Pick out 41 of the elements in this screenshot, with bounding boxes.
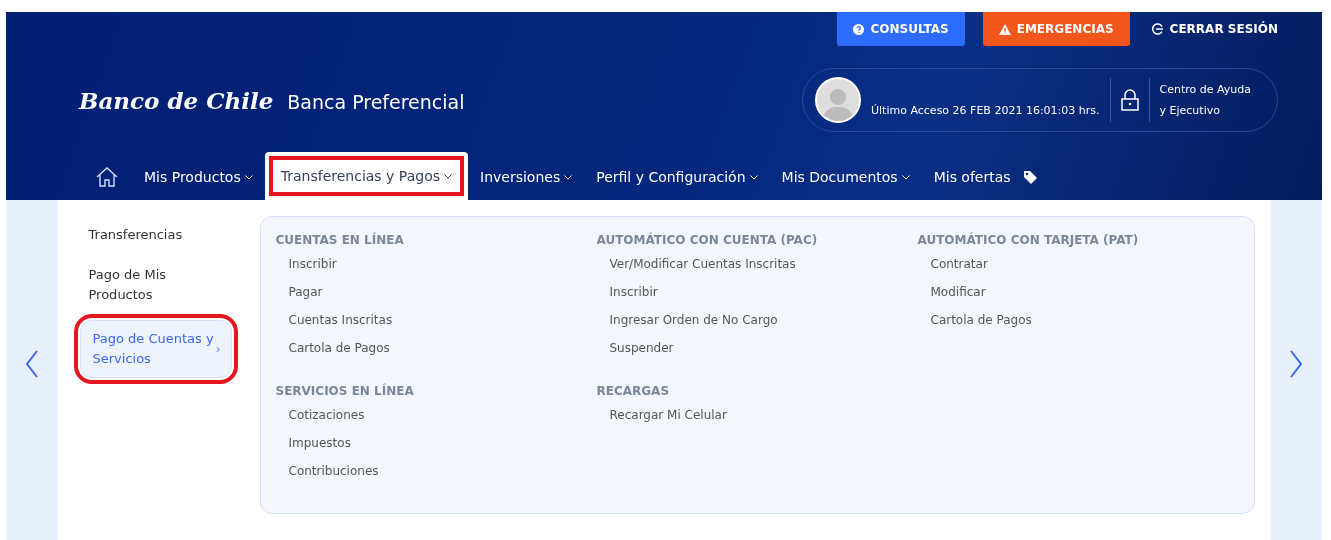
section-title: RECARGAS: [596, 384, 671, 398]
last-access-text: Último Acceso 26 FEB 2021 16:01:03 hrs.: [871, 104, 1100, 119]
bank-logo[interactable]: Banco de Chile: [79, 86, 274, 114]
home-icon[interactable]: [96, 167, 118, 187]
menu-link[interactable]: Inscribir: [275, 250, 350, 278]
lock-icon[interactable]: [1120, 89, 1139, 111]
nav-tab[interactable]: Mis Productos: [132, 154, 265, 200]
menu-link[interactable]: Contribuciones: [275, 457, 392, 485]
nav-tab[interactable]: Perfil y Configuración: [584, 154, 770, 200]
help-icon: [853, 23, 865, 35]
nav-tab[interactable]: Inversiones: [468, 154, 585, 200]
menu-link[interactable]: Ingresar Orden de No Cargo: [596, 306, 791, 334]
menu-link[interactable]: Inscribir: [596, 278, 671, 306]
menu-link[interactable]: Recargar Mi Celular: [596, 401, 740, 429]
section-title: SERVICIOS EN LÍNEA: [275, 384, 415, 398]
chevron-right-icon: [216, 344, 221, 354]
segment-name: Banca Preferencial: [287, 90, 465, 113]
menu-link[interactable]: Cartola de Pagos: [917, 306, 1045, 334]
warning-icon: [998, 23, 1011, 35]
nav-tab[interactable]: Transferencias y Pagos: [264, 152, 468, 200]
section-title: AUTOMÁTICO CON TARJETA (PAT): [917, 233, 1140, 247]
menu-link[interactable]: Cotizaciones: [275, 401, 378, 429]
menu-link[interactable]: Cuentas Inscritas: [275, 306, 406, 334]
nav-tab[interactable]: Mis Documentos: [769, 154, 922, 200]
menu-link[interactable]: Pagar: [275, 278, 336, 306]
nav-tab[interactable]: Mis ofertas: [921, 154, 1050, 200]
menu-link[interactable]: Ver/Modificar Cuentas Inscritas: [596, 250, 809, 278]
submenu-item[interactable]: Pago de Mis Productos: [75, 256, 216, 314]
info-button[interactable]: CONSULTAS: [837, 12, 965, 46]
menu-link[interactable]: Modificar: [917, 278, 999, 306]
section-title: CUENTAS EN LÍNEA: [275, 233, 405, 247]
logout-icon: [1151, 23, 1164, 35]
menu-link[interactable]: Contratar: [917, 250, 1001, 278]
logout-button[interactable]: CERRAR SESIÓN: [1147, 12, 1282, 46]
section-title: AUTOMÁTICO CON CUENTA (PAC): [596, 233, 819, 247]
submenu-item[interactable]: Transferencias: [75, 216, 216, 254]
menu-link[interactable]: Cartola de Pagos: [275, 334, 403, 362]
avatar-icon: [815, 77, 861, 123]
help-center-link[interactable]: Centro de Ayuda y Ejecutivo: [1159, 79, 1251, 121]
menu-link[interactable]: Suspender: [596, 334, 687, 362]
menu-link[interactable]: Impuestos: [275, 429, 364, 457]
